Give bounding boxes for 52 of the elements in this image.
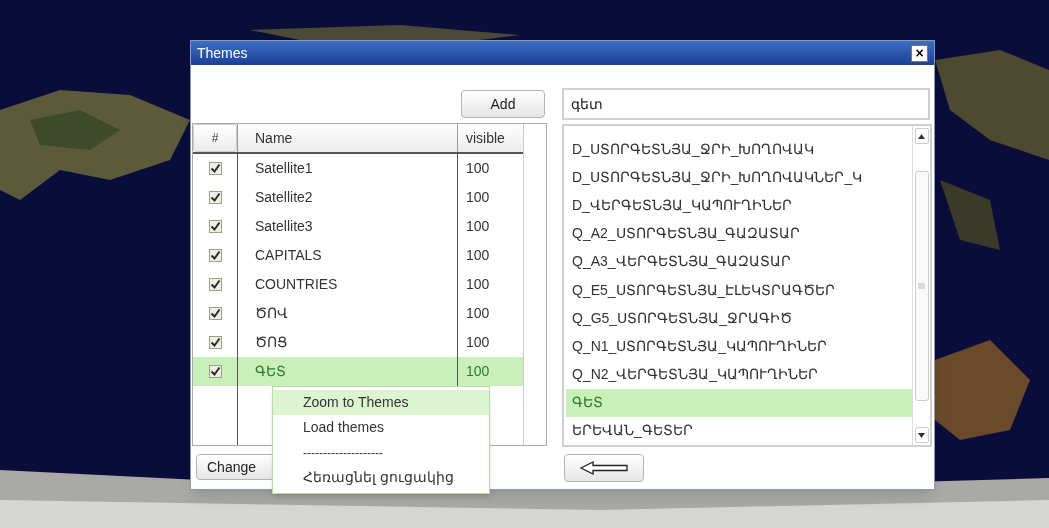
table-cell-text: ԳԵՏ (255, 362, 286, 381)
menu-item[interactable]: Հեռացնել ցուցակից (273, 465, 489, 490)
left-arrow-icon (580, 461, 628, 475)
menu-item[interactable]: Zoom to Themes (273, 390, 489, 415)
table-cell-text: Satellite1 (255, 159, 313, 178)
list-item[interactable]: Q_A2_ՍՏՈՐԳԵՏՆՅԱ_ԳԱԶԱՏԱՐ (566, 219, 912, 248)
checkbox[interactable] (208, 336, 222, 349)
scroll-down-icon[interactable] (914, 427, 929, 443)
scroll-up-icon[interactable] (914, 128, 929, 144)
list-item[interactable]: Q_A3_ՎԵՐԳԵՏՆՅԱ_ԳԱԶԱՏԱՐ (566, 247, 912, 276)
table-cell-text: 100 (466, 333, 490, 352)
list-item[interactable]: D_ՍՏՈՐԳԵՏՆՅԱ_ՋՐԻ_ԽՈՂՈՎԱԿՆԵՐ_Կ (566, 163, 912, 192)
checkbox[interactable] (208, 365, 222, 378)
window-title: Themes (197, 43, 248, 63)
table-cell-text: 100 (466, 188, 490, 207)
table-cell-text: 100 (466, 304, 490, 323)
checkbox[interactable] (208, 191, 222, 204)
checkbox[interactable] (208, 307, 222, 320)
table-cell-text: ԾՈՎ (255, 304, 288, 323)
table-cell-text: 100 (466, 159, 490, 178)
list-item[interactable]: Q_N2_ՎԵՐԳԵՏՆՅԱ_ԿԱՊՈՒՂԻՆԵՐ (566, 360, 912, 389)
table-cell-text: Satellite3 (255, 217, 313, 236)
list-item[interactable]: Q_N1_ՍՏՈՐԳԵՏՆՅԱ_ԿԱՊՈՒՂԻՆԵՐ (566, 332, 912, 361)
table-cell-text: CAPITALS (255, 246, 322, 265)
table-cell-text: Satellite2 (255, 188, 313, 207)
checkbox[interactable] (208, 249, 222, 262)
scroll-thumb[interactable] (914, 170, 929, 401)
menu-item[interactable]: Load themes (273, 415, 489, 440)
search-field[interactable]: գետ (562, 88, 930, 120)
add-button[interactable]: Add (461, 90, 545, 118)
list-item[interactable]: Q_G5_ՍՏՈՐԳԵՏՆՅԱ_ՋՐԱԳԻԾ (566, 304, 912, 333)
close-button[interactable]: × (911, 44, 928, 62)
menu-separator: -------------------- (273, 440, 489, 465)
column-header[interactable]: # (193, 124, 237, 152)
table-cell-text: COUNTRIES (255, 275, 338, 294)
checkbox[interactable] (208, 278, 222, 291)
scrollbar[interactable] (912, 126, 930, 445)
list-item[interactable]: ԳԵՏ (566, 388, 912, 417)
table-cell-text: 100 (466, 246, 490, 265)
list-item[interactable]: Q_E5_ՍՏՈՐԳԵՏՆՅԱ_ԷԼԵԿՏՐԱԳԾԵՐ (566, 275, 912, 305)
table-cell-text: 100 (466, 275, 490, 294)
list-item[interactable]: D_ՎԵՐԳԵՏՆՅԱ_ԿԱՊՈՒՂԻՆԵՐ (566, 191, 912, 220)
table-cell-text: ԾՈՑ (255, 333, 287, 352)
checkbox[interactable] (208, 162, 222, 175)
table-row[interactable]: ԳԵՏ 100 (193, 357, 523, 386)
table-cell-text: 100 (466, 362, 490, 381)
list-item[interactable]: ԵՐԵՎԱՆ_ԳԵՏԵՐ (566, 416, 912, 446)
column-header[interactable]: Name (237, 124, 458, 152)
table-cell-text: 100 (466, 217, 490, 236)
move-left-button[interactable] (564, 454, 644, 482)
checkbox[interactable] (208, 220, 222, 233)
list-item[interactable]: D_ՍՏՈՐԳԵՏՆՅԱ_ՋՐԻ_ԽՈՂՈՎԱԿ (566, 135, 912, 164)
